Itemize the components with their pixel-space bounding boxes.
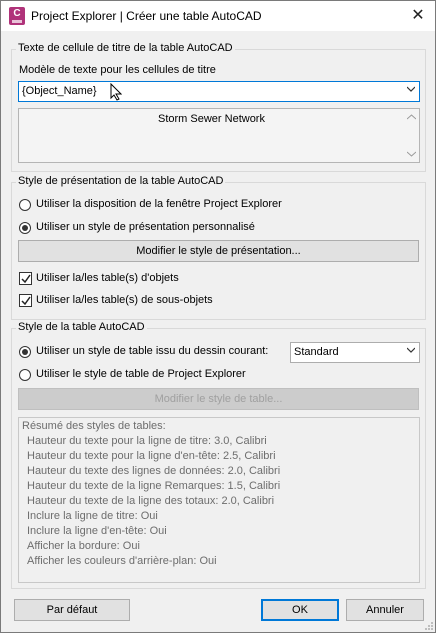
radio-project-explorer-style[interactable] bbox=[19, 369, 31, 381]
title-preview-box: Storm Sewer Network bbox=[18, 108, 420, 163]
checkbox-object-tables-label[interactable]: Utiliser la/les table(s) d'objets bbox=[36, 272, 179, 284]
radio-current-drawing-style[interactable] bbox=[19, 346, 31, 358]
template-text-combo[interactable]: {Object_Name} bbox=[18, 81, 420, 102]
modify-presentation-style-button[interactable]: Modifier le style de présentation... bbox=[18, 240, 419, 262]
table-style-group-title: Style de la table AutoCAD bbox=[16, 321, 147, 333]
ok-button[interactable]: OK bbox=[261, 599, 339, 621]
summary-heading: Résumé des styles de tables: bbox=[22, 420, 166, 432]
default-button[interactable]: Par défaut bbox=[14, 599, 130, 621]
presentation-style-group: Style de présentation de la table AutoCA… bbox=[11, 175, 426, 320]
summary-line: Hauteur du texte pour la ligne de titre:… bbox=[27, 435, 267, 447]
cancel-button[interactable]: Annuler bbox=[346, 599, 424, 621]
autocad-app-icon: C bbox=[9, 7, 25, 25]
close-icon[interactable]: ✕ bbox=[401, 1, 435, 31]
summary-line: Hauteur du texte pour la ligne d'en-tête… bbox=[27, 450, 276, 462]
table-style-dropdown-value[interactable]: Standard bbox=[294, 346, 339, 358]
table-style-dropdown[interactable]: Standard bbox=[290, 342, 420, 363]
checkbox-subobject-tables[interactable] bbox=[19, 294, 32, 307]
title-cell-group-title: Texte de cellule de titre de la table Au… bbox=[16, 42, 235, 54]
summary-line: Hauteur du texte de la ligne Remarques: … bbox=[27, 480, 281, 492]
table-style-group: Style de la table AutoCAD Utiliser un st… bbox=[11, 321, 426, 589]
mouse-cursor-icon bbox=[110, 83, 122, 101]
radio-current-drawing-label[interactable]: Utiliser un style de table issu du dessi… bbox=[36, 345, 268, 357]
dialog-window: C Project Explorer | Créer une table Aut… bbox=[0, 0, 436, 633]
radio-project-explorer-label[interactable]: Utiliser le style de table de Project Ex… bbox=[36, 368, 246, 380]
checkbox-object-tables[interactable] bbox=[19, 272, 32, 285]
chevron-down-icon[interactable] bbox=[407, 346, 415, 354]
title-bar: C Project Explorer | Créer une table Aut… bbox=[1, 1, 435, 31]
scroll-down-icon[interactable] bbox=[407, 151, 416, 157]
summary-line: Inclure la ligne de titre: Oui bbox=[27, 510, 158, 522]
chevron-down-icon[interactable] bbox=[407, 85, 415, 93]
checkmark-icon bbox=[21, 296, 31, 306]
summary-line: Afficher les couleurs d'arrière-plan: Ou… bbox=[27, 555, 217, 567]
window-title: Project Explorer | Créer une table AutoC… bbox=[31, 9, 262, 23]
radio-window-layout[interactable] bbox=[19, 199, 31, 211]
checkmark-icon bbox=[21, 274, 31, 284]
radio-window-layout-label[interactable]: Utiliser la disposition de la fenêtre Pr… bbox=[36, 198, 282, 210]
modify-table-style-button[interactable]: Modifier le style de table... bbox=[18, 388, 419, 410]
template-text-value[interactable]: {Object_Name} bbox=[22, 85, 97, 97]
summary-line: Afficher la bordure: Oui bbox=[27, 540, 140, 552]
summary-line: Hauteur du texte de la ligne des totaux:… bbox=[27, 495, 275, 507]
radio-custom-style-label[interactable]: Utiliser un style de présentation person… bbox=[36, 221, 255, 233]
resize-grip-icon[interactable] bbox=[424, 621, 434, 631]
summary-line: Hauteur du texte des lignes de données: … bbox=[27, 465, 281, 477]
checkbox-subobject-tables-label[interactable]: Utiliser la/les table(s) de sous-objets bbox=[36, 294, 213, 306]
template-label: Modèle de texte pour les cellules de tit… bbox=[19, 64, 216, 76]
summary-line: Inclure la ligne d'en-tête: Oui bbox=[27, 525, 167, 537]
scroll-up-icon[interactable] bbox=[407, 114, 416, 120]
preview-scrollbar[interactable] bbox=[404, 109, 419, 162]
title-preview-text: Storm Sewer Network bbox=[158, 113, 265, 125]
radio-custom-style[interactable] bbox=[19, 222, 31, 234]
table-style-summary: Résumé des styles de tables: Hauteur du … bbox=[18, 417, 420, 583]
presentation-group-title: Style de présentation de la table AutoCA… bbox=[16, 175, 226, 187]
title-cell-group: Texte de cellule de titre de la table Au… bbox=[11, 42, 426, 172]
